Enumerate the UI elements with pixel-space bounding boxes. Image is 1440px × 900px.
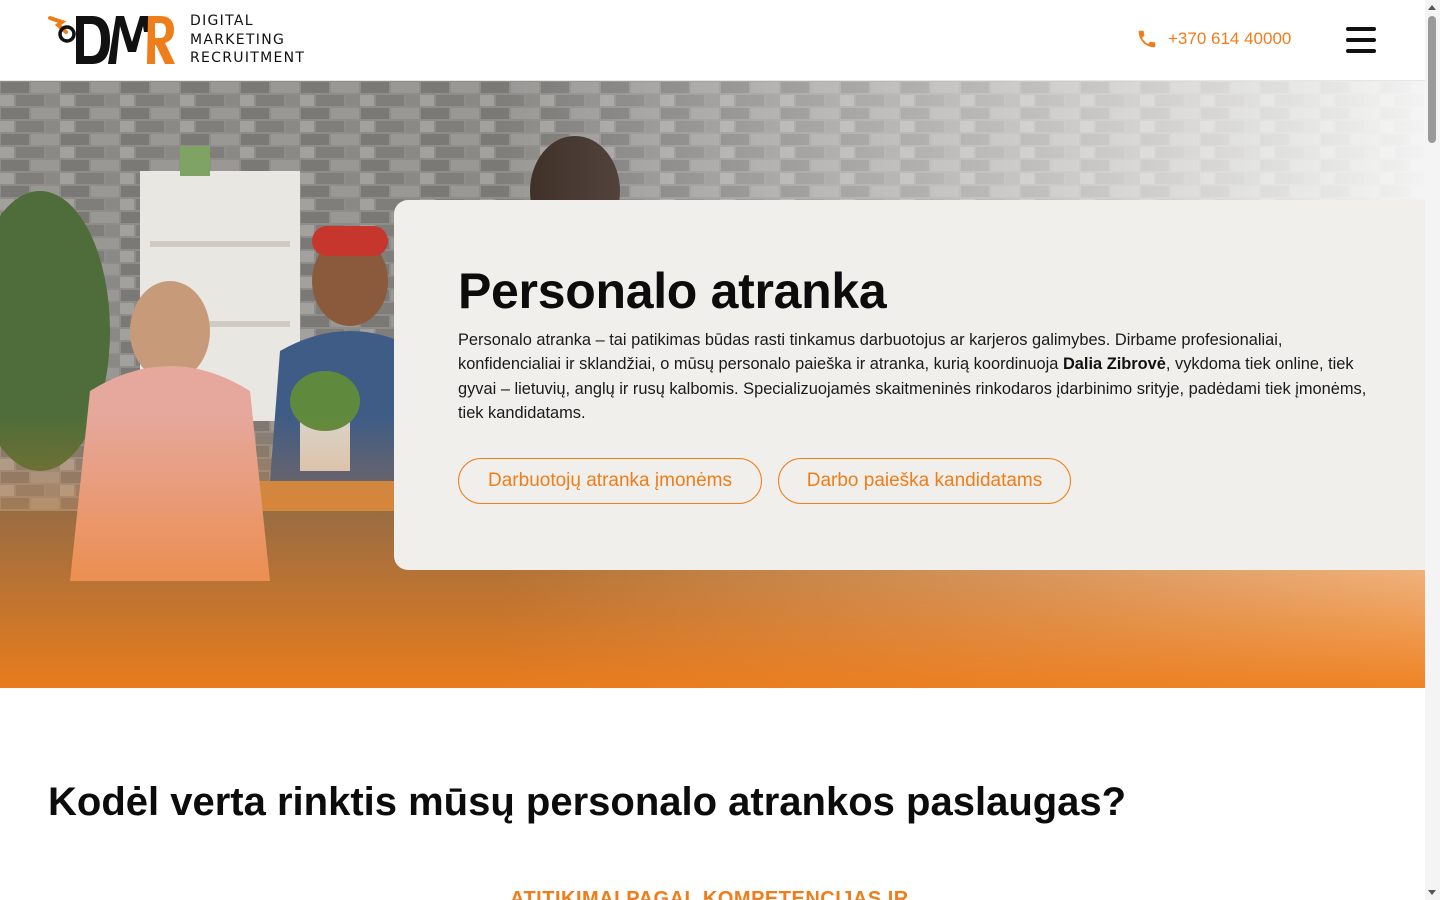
logo-text: DIGITAL MARKETING RECRUITMENT — [190, 12, 305, 68]
logo-line: DIGITAL — [190, 13, 254, 30]
page-title: Personalo atranka — [458, 263, 887, 319]
section-subtitle: ATITIKIMAI PAGAL KOMPETENCIJAS IR — [510, 888, 909, 900]
coordinator-name: Dalia Zibrovė — [1062, 355, 1166, 374]
dmr-logo-icon — [48, 16, 175, 64]
hero-description: Personalo atranka – tai patikimas būdas … — [458, 328, 1388, 425]
hero-card: Personalo atranka Personalo atranka – ta… — [394, 200, 1425, 570]
scroll-down-arrow-icon[interactable] — [1428, 890, 1436, 895]
vertical-scrollbar[interactable] — [1425, 0, 1440, 900]
logo-line: RECRUITMENT — [190, 50, 306, 67]
menu-bar — [1346, 38, 1376, 42]
logo[interactable]: DIGITAL MARKETING RECRUITMENT — [48, 12, 305, 68]
section-title: Kodėl verta rinktis mūsų personalo atran… — [48, 780, 1127, 824]
hero-section: Personalo atranka Personalo atranka – ta… — [0, 81, 1425, 688]
phone-icon — [1138, 30, 1156, 48]
page: DIGITAL MARKETING RECRUITMENT +370 614 4… — [0, 0, 1425, 900]
phone-link[interactable]: +370 614 40000 — [1136, 28, 1291, 50]
scroll-up-arrow-icon[interactable] — [1428, 5, 1436, 10]
site-header: DIGITAL MARKETING RECRUITMENT +370 614 4… — [0, 0, 1425, 81]
scrollbar-thumb[interactable] — [1428, 16, 1436, 143]
phone-number: +370 614 40000 — [1168, 29, 1292, 48]
menu-bar — [1346, 27, 1376, 31]
candidate-job-search-button[interactable]: Darbo paieška kandidatams — [778, 458, 1071, 504]
menu-bar — [1346, 49, 1376, 53]
logo-line: MARKETING — [190, 31, 286, 48]
hamburger-menu-button[interactable] — [1344, 26, 1378, 54]
employer-recruitment-button[interactable]: Darbuotojų atranka įmonėms — [458, 458, 762, 504]
